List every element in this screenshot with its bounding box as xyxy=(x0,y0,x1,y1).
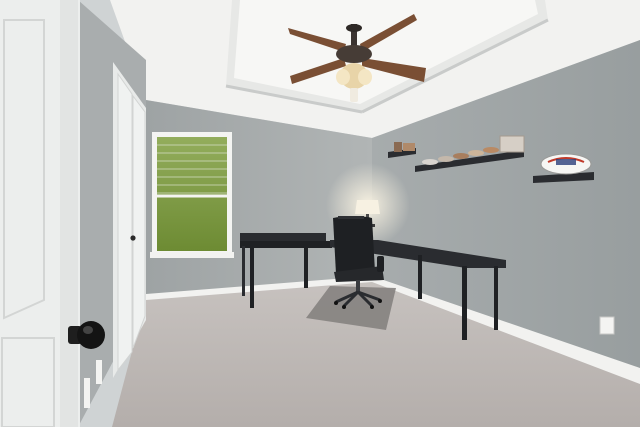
entry-door xyxy=(0,0,80,427)
wall-outlet xyxy=(599,316,615,335)
room-scene xyxy=(0,0,640,427)
football-icon xyxy=(540,153,592,175)
window xyxy=(150,132,234,258)
wall-outlet-left-2 xyxy=(84,378,90,408)
wall-outlet-left xyxy=(96,360,102,384)
room-photo xyxy=(0,0,640,427)
